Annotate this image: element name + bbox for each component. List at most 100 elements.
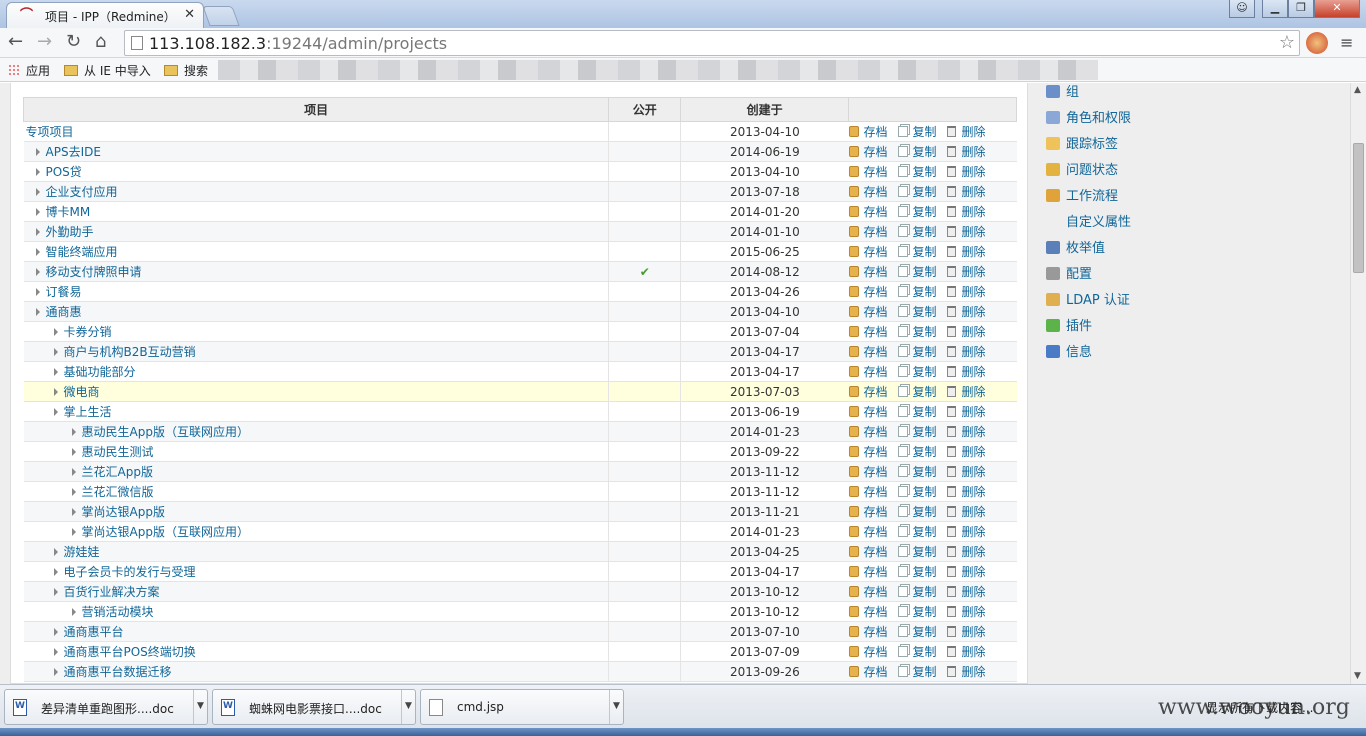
expand-arrow-icon[interactable] (53, 628, 58, 636)
bookmark-search[interactable]: 搜索 (164, 62, 208, 79)
delete-link[interactable]: 删除 (946, 483, 986, 500)
delete-link[interactable]: 删除 (946, 463, 986, 480)
delete-link[interactable]: 删除 (946, 363, 986, 380)
copy-link[interactable]: 复制 (897, 363, 937, 380)
close-tab-icon[interactable]: ✕ (184, 7, 195, 22)
maximize-button[interactable]: ❐ (1288, 0, 1314, 18)
archive-link[interactable]: 存档 (848, 603, 888, 620)
copy-link[interactable]: 复制 (897, 483, 937, 500)
archive-link[interactable]: 存档 (848, 523, 888, 540)
archive-link[interactable]: 存档 (848, 183, 888, 200)
project-link[interactable]: 兰花汇App版 (82, 465, 153, 479)
copy-link[interactable]: 复制 (897, 503, 937, 520)
archive-link[interactable]: 存档 (848, 303, 888, 320)
copy-link[interactable]: 复制 (897, 183, 937, 200)
scroll-up-icon[interactable]: ▲ (1354, 85, 1361, 95)
delete-link[interactable]: 删除 (946, 583, 986, 600)
address-bar[interactable]: 113.108.182.3:19244/admin/projects ☆ (124, 30, 1300, 56)
archive-link[interactable]: 存档 (848, 563, 888, 580)
copy-link[interactable]: 复制 (897, 343, 937, 360)
project-link[interactable]: 游娃娃 (64, 545, 100, 559)
expand-arrow-icon[interactable] (53, 648, 58, 656)
copy-link[interactable]: 复制 (897, 123, 937, 140)
copy-link[interactable]: 复制 (897, 583, 937, 600)
bookmark-star-icon[interactable]: ☆ (1279, 32, 1295, 53)
copy-link[interactable]: 复制 (897, 163, 937, 180)
archive-link[interactable]: 存档 (848, 543, 888, 560)
delete-link[interactable]: 删除 (946, 283, 986, 300)
archive-link[interactable]: 存档 (848, 403, 888, 420)
project-link[interactable]: 兰花汇微信版 (82, 485, 154, 499)
delete-link[interactable]: 删除 (946, 303, 986, 320)
expand-arrow-icon[interactable] (35, 268, 40, 276)
delete-link[interactable]: 删除 (946, 423, 986, 440)
delete-link[interactable]: 删除 (946, 623, 986, 640)
archive-link[interactable]: 存档 (848, 383, 888, 400)
sidebar-item[interactable]: 工作流程 (1046, 185, 1118, 205)
browser-tab[interactable]: ⌒ 项目 - IPP（Redmine） ✕ (6, 2, 204, 28)
expand-arrow-icon[interactable] (53, 568, 58, 576)
expand-arrow-icon[interactable] (53, 408, 58, 416)
archive-link[interactable]: 存档 (848, 263, 888, 280)
delete-link[interactable]: 删除 (946, 663, 986, 680)
copy-link[interactable]: 复制 (897, 623, 937, 640)
chevron-down-icon[interactable]: ▼ (401, 690, 415, 724)
expand-arrow-icon[interactable] (71, 428, 76, 436)
project-link[interactable]: 外勤助手 (46, 225, 94, 239)
copy-link[interactable]: 复制 (897, 603, 937, 620)
project-link[interactable]: 百货行业解决方案 (64, 585, 160, 599)
expand-arrow-icon[interactable] (35, 208, 40, 216)
download-item-3[interactable]: cmd.jsp ▼ (420, 689, 624, 725)
archive-link[interactable]: 存档 (848, 643, 888, 660)
expand-arrow-icon[interactable] (35, 248, 40, 256)
delete-link[interactable]: 删除 (946, 163, 986, 180)
chevron-down-icon[interactable]: ▼ (193, 690, 207, 724)
expand-arrow-icon[interactable] (35, 288, 40, 296)
expand-arrow-icon[interactable] (35, 308, 40, 316)
copy-link[interactable]: 复制 (897, 403, 937, 420)
archive-link[interactable]: 存档 (848, 463, 888, 480)
expand-arrow-icon[interactable] (35, 188, 40, 196)
archive-link[interactable]: 存档 (848, 663, 888, 680)
copy-link[interactable]: 复制 (897, 663, 937, 680)
archive-link[interactable]: 存档 (848, 223, 888, 240)
menu-icon[interactable]: ≡ (1340, 34, 1356, 52)
sidebar-item[interactable]: 枚举值 (1046, 237, 1105, 257)
project-link[interactable]: 基础功能部分 (64, 365, 136, 379)
project-link[interactable]: 通商惠平台 (64, 625, 124, 639)
archive-link[interactable]: 存档 (848, 363, 888, 380)
sidebar-item[interactable]: 信息 (1046, 341, 1092, 361)
copy-link[interactable]: 复制 (897, 223, 937, 240)
copy-link[interactable]: 复制 (897, 523, 937, 540)
expand-arrow-icon[interactable] (53, 588, 58, 596)
expand-arrow-icon[interactable] (35, 168, 40, 176)
project-link[interactable]: 专项项目 (26, 125, 74, 139)
expand-arrow-icon[interactable] (53, 368, 58, 376)
expand-arrow-icon[interactable] (53, 348, 58, 356)
expand-arrow-icon[interactable] (53, 328, 58, 336)
expand-arrow-icon[interactable] (71, 508, 76, 516)
copy-link[interactable]: 复制 (897, 443, 937, 460)
copy-link[interactable]: 复制 (897, 243, 937, 260)
project-link[interactable]: 企业支付应用 (46, 185, 118, 199)
project-link[interactable]: 掌尚达银App版（互联网应用） (82, 525, 249, 539)
archive-link[interactable]: 存档 (848, 163, 888, 180)
reload-icon[interactable]: ↻ (66, 32, 81, 52)
delete-link[interactable]: 删除 (946, 263, 986, 280)
copy-link[interactable]: 复制 (897, 643, 937, 660)
minimize-button[interactable]: ▁ (1262, 0, 1288, 18)
sidebar-item[interactable]: 配置 (1046, 263, 1092, 283)
delete-link[interactable]: 删除 (946, 643, 986, 660)
project-link[interactable]: POS贷 (46, 165, 82, 179)
delete-link[interactable]: 删除 (946, 563, 986, 580)
project-link[interactable]: 惠动民生App版（互联网应用） (82, 425, 249, 439)
project-link[interactable]: 电子会员卡的发行与受理 (64, 565, 196, 579)
copy-link[interactable]: 复制 (897, 283, 937, 300)
archive-link[interactable]: 存档 (848, 483, 888, 500)
back-icon[interactable]: ← (8, 32, 23, 52)
archive-link[interactable]: 存档 (848, 443, 888, 460)
expand-arrow-icon[interactable] (71, 488, 76, 496)
project-link[interactable]: 掌上生活 (64, 405, 112, 419)
delete-link[interactable]: 删除 (946, 543, 986, 560)
copy-link[interactable]: 复制 (897, 563, 937, 580)
